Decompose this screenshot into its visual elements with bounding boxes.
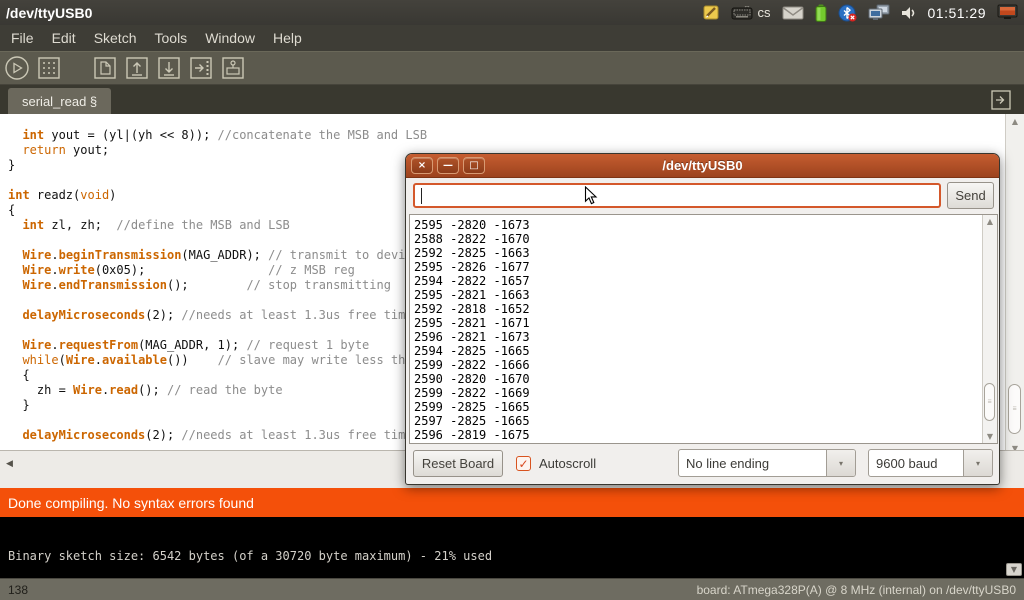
send-button[interactable]: Send (947, 182, 994, 209)
line-ending-value: No line ending (679, 450, 826, 476)
line-number: 138 (8, 583, 28, 597)
panel-app-title: /dev/ttyUSB0 (6, 5, 92, 21)
chevron-down-icon[interactable]: ▾ (826, 450, 855, 476)
grip-icon: ≡ (987, 401, 991, 404)
compile-status-message: Done compiling. No syntax errors found (8, 495, 254, 511)
system-tray: cs 01:51:29 (703, 4, 1019, 22)
serial-line: 2588 -2822 -1670 (414, 232, 977, 246)
note-icon[interactable] (703, 4, 720, 21)
serial-line: 2592 -2818 -1652 (414, 302, 977, 316)
tab-bar: serial_read § (0, 85, 1024, 114)
menu-item-tools[interactable]: Tools (148, 27, 195, 49)
top-panel: /dev/ttyUSB0 cs 01:51:29 (0, 0, 1024, 25)
menu-item-help[interactable]: Help (266, 27, 309, 49)
mail-icon[interactable] (782, 6, 804, 20)
verify-button[interactable] (4, 55, 30, 81)
autoscroll-label: Autoscroll (539, 456, 596, 471)
tab-menu-icon[interactable] (990, 89, 1012, 111)
window-controls: × — □ (411, 157, 485, 174)
menu-item-edit[interactable]: Edit (45, 27, 83, 49)
serial-monitor-controls: Reset Board ✓ Autoscroll No line ending … (406, 444, 999, 486)
serial-scrollbar-thumb[interactable]: ≡ (984, 383, 995, 421)
serial-line: 2595 -2821 -1671 (414, 316, 977, 330)
serial-line: 2599 -2822 -1666 (414, 358, 977, 372)
serial-input[interactable] (413, 183, 941, 208)
serial-line: 2596 -2819 -1675 (414, 428, 977, 442)
reset-board-button[interactable]: Reset Board (413, 450, 503, 477)
serial-monitor-button[interactable] (220, 55, 246, 81)
battery-icon[interactable] (815, 4, 827, 22)
menu-item-file[interactable]: File (4, 27, 41, 49)
chevron-down-icon[interactable]: ▾ (963, 450, 992, 476)
autoscroll-checkbox[interactable]: ✓ (516, 456, 531, 471)
keyboard-layout-icon[interactable] (731, 6, 753, 20)
compile-status-bar: Done compiling. No syntax errors found (0, 488, 1024, 517)
tab-serial-read[interactable]: serial_read § (8, 88, 111, 114)
baud-rate-select[interactable]: 9600 baud ▾ (868, 449, 993, 477)
serial-monitor-titlebar[interactable]: /dev/ttyUSB0 × — □ (406, 154, 999, 178)
serial-line: 2597 -2825 -1665 (414, 414, 977, 428)
editor-vertical-scrollbar[interactable]: ▲ ≡ ▼ (1005, 114, 1024, 456)
open-sketch-button[interactable] (124, 55, 150, 81)
bluetooth-icon[interactable] (838, 4, 857, 22)
serial-line: 2595 -2826 -1677 (414, 260, 977, 274)
scroll-up-icon[interactable]: ▲ (983, 215, 997, 228)
send-button-label: Send (955, 188, 985, 203)
console-output: Binary sketch size: 6542 bytes (of a 307… (8, 549, 492, 563)
text-caret (421, 188, 422, 204)
stop-button[interactable] (36, 55, 62, 81)
line-ending-select[interactable]: No line ending ▾ (678, 449, 856, 477)
close-icon[interactable]: × (411, 157, 433, 174)
save-sketch-button[interactable] (156, 55, 182, 81)
menu-item-sketch[interactable]: Sketch (87, 27, 144, 49)
toolbar (0, 51, 1024, 85)
tab-label: serial_read § (22, 94, 97, 109)
serial-output-area[interactable]: 2595 -2820 -16732588 -2822 -16702592 -28… (409, 214, 998, 444)
mouse-cursor (584, 186, 598, 211)
upload-button[interactable] (188, 55, 214, 81)
new-sketch-button[interactable] (92, 55, 118, 81)
serial-vertical-scrollbar[interactable]: ▲ ≡ ▼ (982, 215, 997, 443)
check-icon: ✓ (518, 457, 528, 471)
maximize-icon[interactable]: □ (463, 157, 485, 174)
menubar: FileEditSketchToolsWindowHelp (0, 25, 1024, 51)
grip-icon: ≡ (1012, 408, 1016, 411)
board-info: board: ATmega328P(A) @ 8 MHz (internal) … (697, 583, 1016, 597)
network-icon[interactable] (868, 4, 890, 21)
session-menu-icon[interactable] (997, 4, 1018, 21)
ide-status-bar: 138 board: ATmega328P(A) @ 8 MHz (intern… (0, 578, 1024, 600)
serial-line: 2594 -2825 -1665 (414, 344, 977, 358)
serial-line: 2599 -2822 -1669 (414, 386, 977, 400)
serial-line: 2594 -2822 -1657 (414, 274, 977, 288)
serial-lines: 2595 -2820 -16732588 -2822 -16702592 -28… (410, 215, 981, 443)
serial-line: 2590 -2820 -1670 (414, 372, 977, 386)
minimize-icon[interactable]: — (437, 157, 459, 174)
volume-icon[interactable] (901, 5, 917, 21)
serial-line: 2595 -2820 -1673 (414, 218, 977, 232)
editor-scrollbar-thumb[interactable]: ≡ (1008, 384, 1021, 434)
scroll-up-icon[interactable]: ▲ (1006, 115, 1024, 128)
serial-line: 2596 -2821 -1673 (414, 330, 977, 344)
keyboard-layout-label[interactable]: cs (758, 5, 771, 20)
build-console[interactable]: Binary sketch size: 6542 bytes (of a 307… (0, 517, 1024, 578)
serial-monitor-window: /dev/ttyUSB0 × — □ Send 2595 -2820 -1673… (405, 153, 1000, 485)
reset-board-label: Reset Board (422, 456, 494, 471)
serial-line: 2599 -2825 -1665 (414, 400, 977, 414)
scroll-down-icon[interactable]: ▼ (983, 430, 997, 443)
serial-monitor-title: /dev/ttyUSB0 (406, 158, 999, 173)
serial-line: 2592 -2825 -1663 (414, 246, 977, 260)
serial-line: 2595 -2821 -1663 (414, 288, 977, 302)
code-line: int yout = (yl|(yh << 8)); //concatenate… (8, 128, 1005, 143)
scroll-left-icon[interactable]: ◀ (6, 459, 13, 469)
baud-rate-value: 9600 baud (869, 450, 963, 476)
clock[interactable]: 01:51:29 (928, 5, 987, 21)
menu-item-window[interactable]: Window (198, 27, 262, 49)
console-scroll-down-icon[interactable]: ▼ (1006, 563, 1022, 576)
